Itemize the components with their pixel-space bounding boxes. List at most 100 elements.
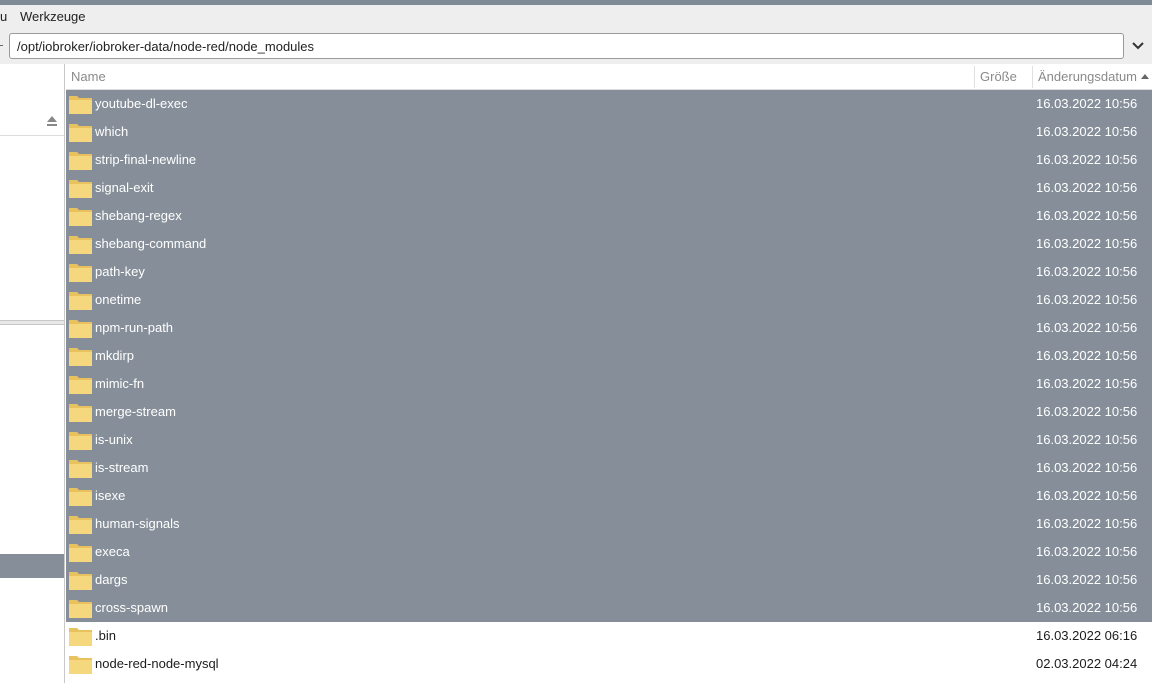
- file-modified-date: 16.03.2022 10:56: [1036, 292, 1138, 307]
- file-row[interactable]: signal-exit 16.03.2022 10:56: [66, 174, 1152, 202]
- file-name: is-stream: [95, 460, 149, 475]
- folder-icon: [69, 600, 92, 618]
- file-modified-date: 16.03.2022 10:56: [1036, 96, 1138, 111]
- file-modified-date: 16.03.2022 10:56: [1036, 432, 1138, 447]
- folder-icon: [69, 544, 92, 562]
- folder-icon: [69, 208, 92, 226]
- sidebar-pane-splitter[interactable]: [0, 320, 64, 325]
- file-row[interactable]: is-unix 16.03.2022 10:56: [66, 426, 1152, 454]
- file-modified-date: 16.03.2022 10:56: [1036, 376, 1138, 391]
- column-name-header[interactable]: Name: [66, 64, 974, 90]
- file-name: path-key: [95, 264, 145, 279]
- folder-icon: [69, 152, 92, 170]
- folder-icon: [69, 96, 92, 114]
- file-modified-date: 16.03.2022 06:16: [1036, 628, 1138, 643]
- path-history-dropdown[interactable]: [1128, 35, 1148, 57]
- file-modified-date: 16.03.2022 10:56: [1036, 488, 1138, 503]
- file-name: execa: [95, 544, 130, 559]
- file-modified-date: 16.03.2022 10:56: [1036, 348, 1138, 363]
- file-row[interactable]: mimic-fn 16.03.2022 10:56: [66, 370, 1152, 398]
- file-name: npm-run-path: [95, 320, 174, 335]
- file-row[interactable]: onetime 16.03.2022 10:56: [66, 286, 1152, 314]
- places-sidebar: [0, 64, 65, 683]
- chevron-down-icon: [1132, 42, 1144, 50]
- folder-icon: [69, 516, 92, 534]
- file-row[interactable]: npm-run-path 16.03.2022 10:56: [66, 314, 1152, 342]
- folder-icon: [69, 124, 92, 142]
- file-name: human-signals: [95, 516, 180, 531]
- file-row[interactable]: youtube-dl-exec 16.03.2022 10:56: [66, 90, 1152, 118]
- file-list: Name Größe Änderungsdatum youtube-dl-exe…: [66, 64, 1152, 683]
- file-modified-date: 16.03.2022 10:56: [1036, 124, 1138, 139]
- folder-icon: [69, 572, 92, 590]
- file-name: dargs: [95, 572, 128, 587]
- file-name: cross-spawn: [95, 600, 168, 615]
- column-header: Name Größe Änderungsdatum: [66, 64, 1152, 90]
- file-name: merge-stream: [95, 404, 176, 419]
- sidebar-divider: [0, 135, 64, 136]
- folder-icon: [69, 264, 92, 282]
- file-rows: youtube-dl-exec 16.03.2022 10:56 which 16.0…: [66, 90, 1152, 678]
- file-modified-date: 16.03.2022 10:56: [1036, 544, 1138, 559]
- column-size-header[interactable]: Größe: [975, 64, 1031, 90]
- file-name: is-unix: [95, 432, 133, 447]
- column-modified-header[interactable]: Änderungsdatum: [1033, 64, 1152, 90]
- folder-icon: [69, 348, 92, 366]
- file-modified-date: 16.03.2022 10:56: [1036, 180, 1138, 195]
- file-row[interactable]: execa 16.03.2022 10:56: [66, 538, 1152, 566]
- file-name: strip-final-newline: [95, 152, 197, 167]
- menu-bar: u Werkzeuge: [0, 5, 1152, 30]
- path-input[interactable]: [9, 33, 1124, 59]
- folder-icon: [69, 460, 92, 478]
- file-row[interactable]: strip-final-newline 16.03.2022 10:56: [66, 146, 1152, 174]
- folder-icon: [69, 292, 92, 310]
- sidebar-selected-item[interactable]: [0, 554, 64, 578]
- file-row[interactable]: shebang-regex 16.03.2022 10:56: [66, 202, 1152, 230]
- file-modified-date: 16.03.2022 10:56: [1036, 320, 1138, 335]
- folder-icon: [69, 236, 92, 254]
- sort-ascending-icon: [1141, 74, 1150, 79]
- file-modified-date: 16.03.2022 10:56: [1036, 208, 1138, 223]
- eject-icon[interactable]: [46, 115, 58, 127]
- file-name: isexe: [95, 488, 126, 503]
- file-name: onetime: [95, 292, 142, 307]
- folder-icon: [69, 432, 92, 450]
- file-modified-date: 16.03.2022 10:56: [1036, 600, 1138, 615]
- file-row[interactable]: cross-spawn 16.03.2022 10:56: [66, 594, 1152, 622]
- file-row[interactable]: .bin 16.03.2022 06:16: [66, 622, 1152, 650]
- file-row[interactable]: shebang-command 16.03.2022 10:56: [66, 230, 1152, 258]
- file-name: youtube-dl-exec: [95, 96, 188, 111]
- path-bar: [0, 30, 1152, 64]
- file-row[interactable]: mkdirp 16.03.2022 10:56: [66, 342, 1152, 370]
- file-name: mimic-fn: [95, 376, 145, 391]
- file-row[interactable]: path-key 16.03.2022 10:56: [66, 258, 1152, 286]
- file-name: which: [95, 124, 129, 139]
- file-name: mkdirp: [95, 348, 135, 363]
- file-row[interactable]: which 16.03.2022 10:56: [66, 118, 1152, 146]
- folder-icon: [69, 404, 92, 422]
- file-name: shebang-regex: [95, 208, 182, 223]
- back-arrow-icon[interactable]: [0, 45, 3, 46]
- file-name: shebang-command: [95, 236, 207, 251]
- file-row[interactable]: merge-stream 16.03.2022 10:56: [66, 398, 1152, 426]
- file-modified-date: 16.03.2022 10:56: [1036, 460, 1138, 475]
- file-name: node-red-node-mysql: [95, 656, 219, 671]
- file-name: signal-exit: [95, 180, 154, 195]
- file-name: .bin: [95, 628, 116, 643]
- file-row[interactable]: dargs 16.03.2022 10:56: [66, 566, 1152, 594]
- file-modified-date: 16.03.2022 10:56: [1036, 264, 1138, 279]
- file-modified-date: 16.03.2022 10:56: [1036, 404, 1138, 419]
- file-row[interactable]: isexe 16.03.2022 10:56: [66, 482, 1152, 510]
- file-row[interactable]: human-signals 16.03.2022 10:56: [66, 510, 1152, 538]
- menu-item-partial[interactable]: u: [0, 9, 7, 24]
- folder-icon: [69, 656, 92, 674]
- menu-item-werkzeuge[interactable]: Werkzeuge: [20, 9, 86, 24]
- file-row[interactable]: is-stream 16.03.2022 10:56: [66, 454, 1152, 482]
- file-modified-date: 16.03.2022 10:56: [1036, 236, 1138, 251]
- file-modified-date: 16.03.2022 10:56: [1036, 572, 1138, 587]
- folder-icon: [69, 180, 92, 198]
- file-modified-date: 16.03.2022 10:56: [1036, 516, 1138, 531]
- folder-icon: [69, 320, 92, 338]
- folder-icon: [69, 488, 92, 506]
- file-row[interactable]: node-red-node-mysql 02.03.2022 04:24: [66, 650, 1152, 678]
